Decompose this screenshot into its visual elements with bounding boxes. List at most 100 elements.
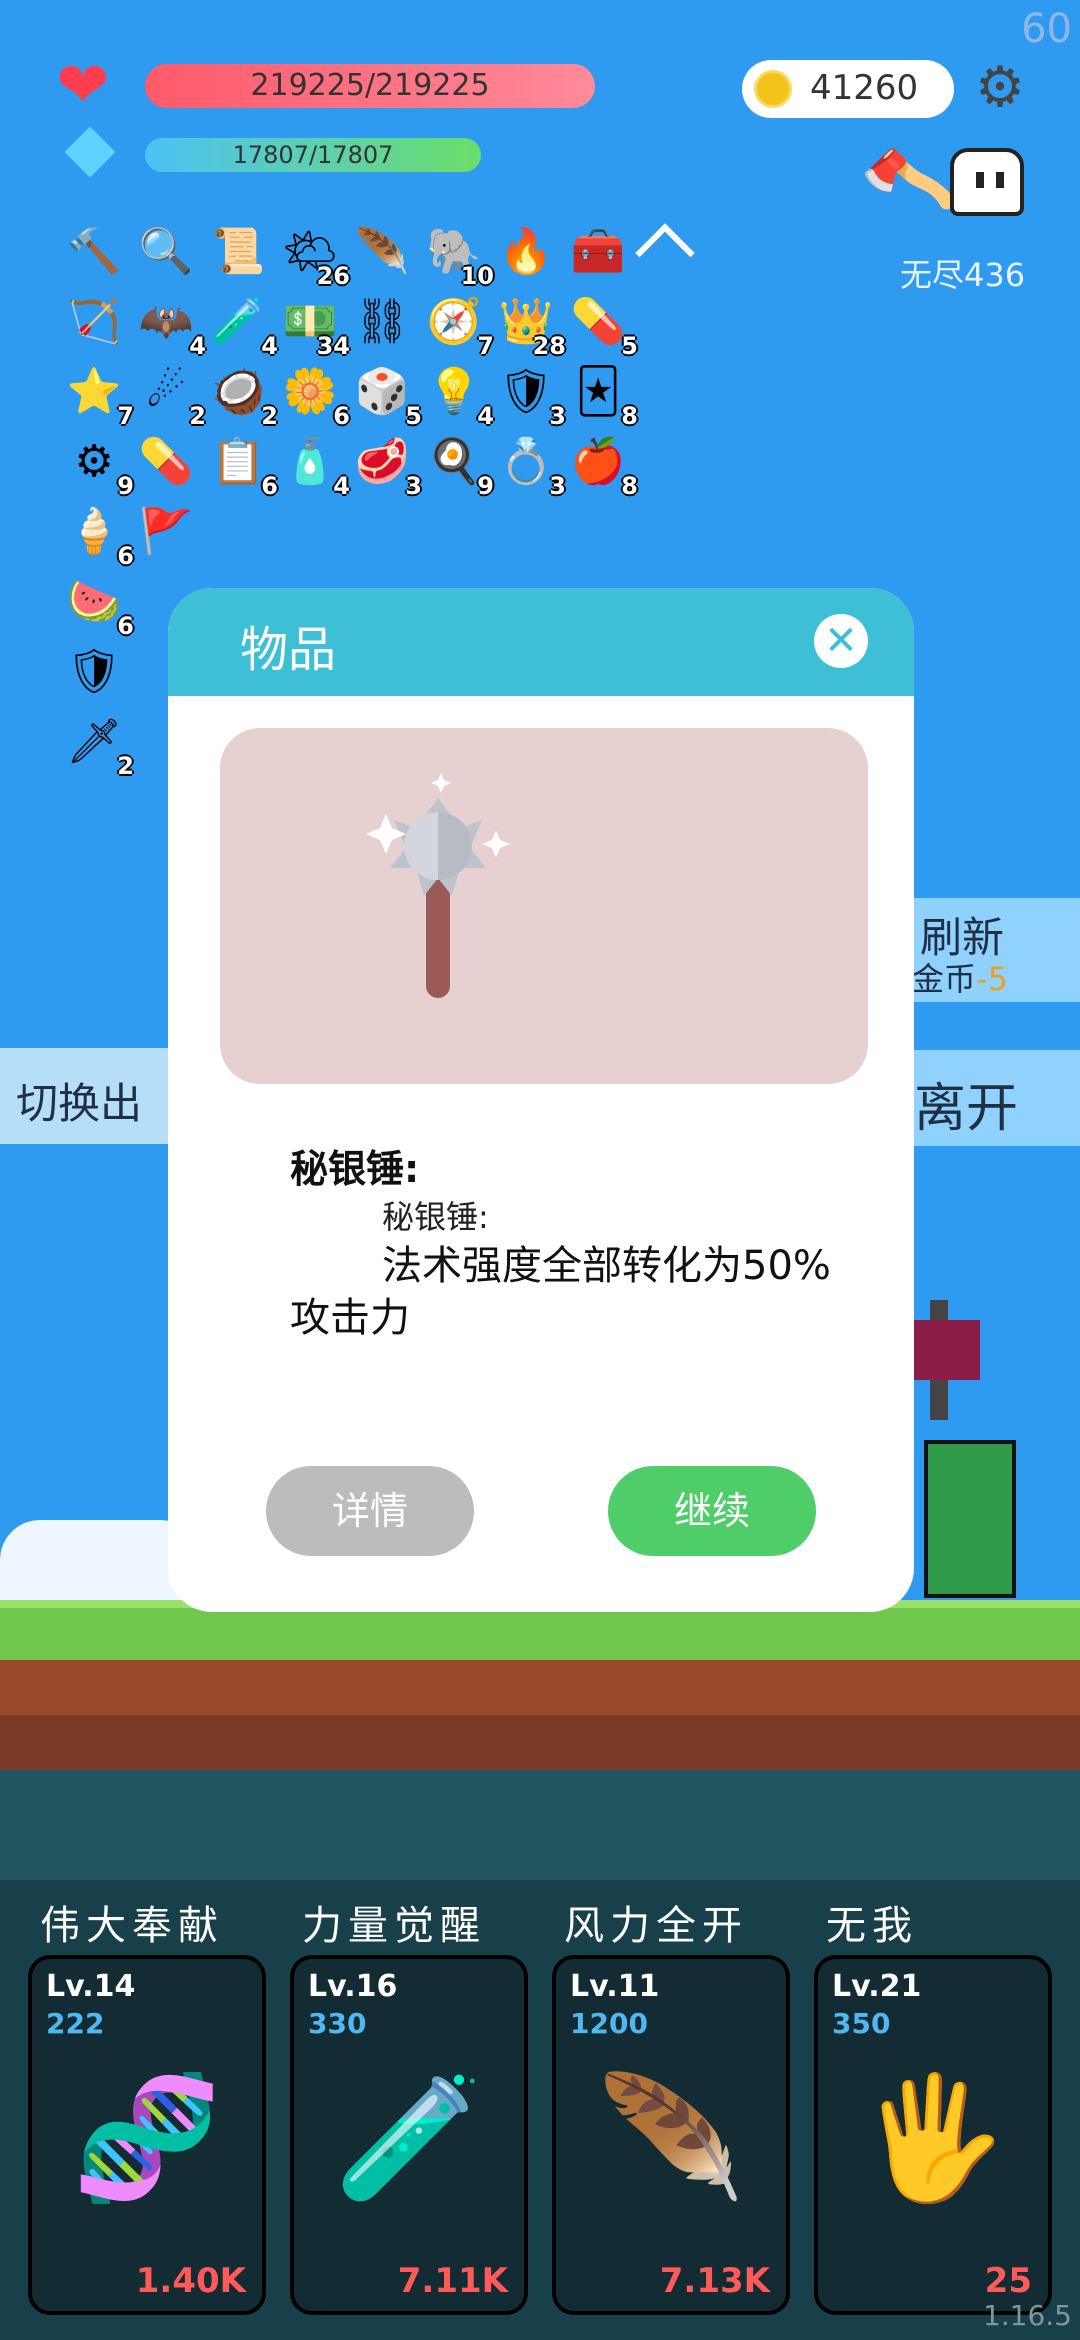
- item-count: 8: [621, 472, 638, 500]
- skill-level: Lv.11: [570, 1969, 660, 2004]
- item-dialog: 物品 ✕ 秘银锤: 秘银锤: 法术强度全部转化为50%攻击力 详情 继续: [168, 588, 914, 1612]
- item-count: 9: [477, 472, 494, 500]
- feather-icon: 🪶: [596, 2069, 746, 2208]
- capsule-icon[interactable]: 💊: [136, 432, 196, 492]
- crown-icon[interactable]: 👑 28: [496, 292, 566, 358]
- cards-icon[interactable]: 🃏 8: [568, 362, 638, 428]
- item-count: 2: [261, 402, 278, 430]
- item-count: 6: [117, 542, 134, 570]
- refresh-cost-label: 金币: [912, 960, 977, 998]
- item-count: 26: [316, 262, 350, 290]
- money-icon[interactable]: 💵 34: [280, 292, 350, 358]
- endless-level-label: 无尽436: [900, 256, 1026, 294]
- item-count: 4: [477, 402, 494, 430]
- skill-title: 风力全开: [564, 1903, 748, 1949]
- skill-level: Lv.21: [832, 1969, 922, 2004]
- fps-counter: 60: [1021, 6, 1072, 52]
- item-count: 4: [333, 472, 350, 500]
- egg-icon[interactable]: 🍳 9: [424, 432, 494, 498]
- sun-cloud-icon[interactable]: 🌤 26: [280, 222, 350, 288]
- meat-icon[interactable]: 🥩 3: [352, 432, 422, 498]
- torch-icon[interactable]: 🔥: [496, 222, 556, 282]
- collapse-chevron-icon[interactable]: [635, 223, 695, 283]
- hp-bar: 219225/219225: [145, 64, 595, 108]
- dirt-strip-dark: [0, 1715, 1080, 1770]
- skill-level: Lv.16: [308, 1969, 398, 2004]
- coin-counter: 41260: [742, 60, 954, 118]
- skill-card[interactable]: Lv.14 222 🧬 1.40K: [28, 1955, 266, 2315]
- mithril-hammer-icon: [366, 773, 510, 998]
- item-count: 4: [261, 332, 278, 360]
- axe-icon[interactable]: 🪓: [854, 130, 964, 238]
- skill-cost: 330: [308, 2007, 367, 2040]
- flower-icon[interactable]: 🌼 6: [280, 362, 350, 428]
- skill-cost: 222: [46, 2007, 105, 2040]
- apple-icon[interactable]: 🍎 8: [568, 432, 638, 498]
- item-count: 4: [189, 332, 206, 360]
- pill-icon[interactable]: 💊 5: [568, 292, 638, 358]
- item-count: 2: [189, 402, 206, 430]
- magnifier-icon[interactable]: 🔍: [136, 222, 196, 282]
- item-count: 7: [117, 402, 134, 430]
- elephant-icon[interactable]: 🐘 10: [424, 222, 494, 288]
- ghost-icon[interactable]: [950, 148, 1024, 216]
- dna-icon: 🧬: [72, 2069, 222, 2208]
- continue-button[interactable]: 继续: [608, 1466, 816, 1556]
- dialog-header: 物品 ✕: [168, 588, 914, 696]
- compass-icon[interactable]: 🧭 7: [424, 292, 494, 358]
- hammer-icon[interactable]: 🔨: [64, 222, 124, 282]
- scroll-icon[interactable]: 📜: [208, 222, 268, 282]
- crossbow-icon[interactable]: 🏹: [64, 292, 124, 352]
- bottle-icon[interactable]: 🧴 4: [280, 432, 350, 498]
- bat-icon[interactable]: 🦇 4: [136, 292, 206, 358]
- skill-card[interactable]: Lv.11 1200 🪶 7.13K: [552, 1955, 790, 2315]
- version-label: 1.16.5: [982, 2299, 1072, 2332]
- mace-icon[interactable]: ⚙ 9: [64, 432, 134, 498]
- skill-card[interactable]: Lv.16 330 🧪 7.11K: [290, 1955, 528, 2315]
- skill-card[interactable]: Lv.21 350 🖐 25: [814, 1955, 1052, 2315]
- skills-panel-header: [0, 1770, 1080, 1880]
- coconut-icon[interactable]: 🥥 2: [208, 362, 278, 428]
- shield-round-icon[interactable]: 🛡 3: [496, 362, 566, 428]
- dice-icon[interactable]: 🎲 5: [352, 362, 422, 428]
- item-count: 3: [549, 472, 566, 500]
- mp-text: 17807/17807: [232, 141, 394, 169]
- chest-icon[interactable]: 🧰: [568, 222, 628, 282]
- mana-crystal-icon: [64, 126, 116, 178]
- skill-title: 伟大奉献: [40, 1903, 224, 1949]
- gear-icon[interactable]: ⚙: [970, 58, 1030, 118]
- watermelon-icon[interactable]: 🍉 6: [64, 572, 134, 638]
- skill-cost: 350: [832, 2007, 891, 2040]
- dialog-title: 物品: [240, 622, 337, 678]
- hp-text: 219225/219225: [250, 68, 490, 103]
- meteor-icon[interactable]: ☄ 2: [136, 362, 206, 428]
- weapon-card-icon[interactable]: 🗡 2: [64, 712, 134, 778]
- shield-icon[interactable]: 🛡: [64, 642, 124, 702]
- skill-value: 25: [984, 2261, 1032, 2301]
- wing-icon[interactable]: 🪶: [352, 222, 412, 282]
- item-count: 2: [117, 752, 134, 780]
- detail-button[interactable]: 详情: [266, 1466, 474, 1556]
- hand-eye-icon: 🖐: [858, 2069, 1008, 2208]
- item-count: 28: [532, 332, 566, 360]
- ring-icon[interactable]: 💍 3: [496, 432, 566, 498]
- item-count: 5: [621, 332, 638, 360]
- potion-icon[interactable]: 🧪 4: [208, 292, 278, 358]
- switch-label: 切换出: [16, 1079, 143, 1128]
- bulb-icon[interactable]: 💡 4: [424, 362, 494, 428]
- item-count: 6: [261, 472, 278, 500]
- close-icon[interactable]: ✕: [814, 614, 868, 668]
- heart-icon: ❤: [56, 49, 110, 123]
- item-count: 5: [405, 402, 422, 430]
- skill-value: 7.13K: [659, 2261, 770, 2301]
- test-tube-icon: 🧪: [334, 2069, 484, 2208]
- item-count: 6: [117, 612, 134, 640]
- item-count: 8: [621, 402, 638, 430]
- item-name: 秘银锤:: [290, 1147, 420, 1191]
- icecream-icon[interactable]: 🍦 6: [64, 502, 134, 568]
- clipboard-icon[interactable]: 📋 6: [208, 432, 278, 498]
- chain-icon[interactable]: ⛓: [352, 292, 412, 352]
- item-count: 6: [333, 402, 350, 430]
- card-star-icon[interactable]: ⭐ 7: [64, 362, 134, 428]
- flag-icon[interactable]: 🚩: [136, 502, 196, 562]
